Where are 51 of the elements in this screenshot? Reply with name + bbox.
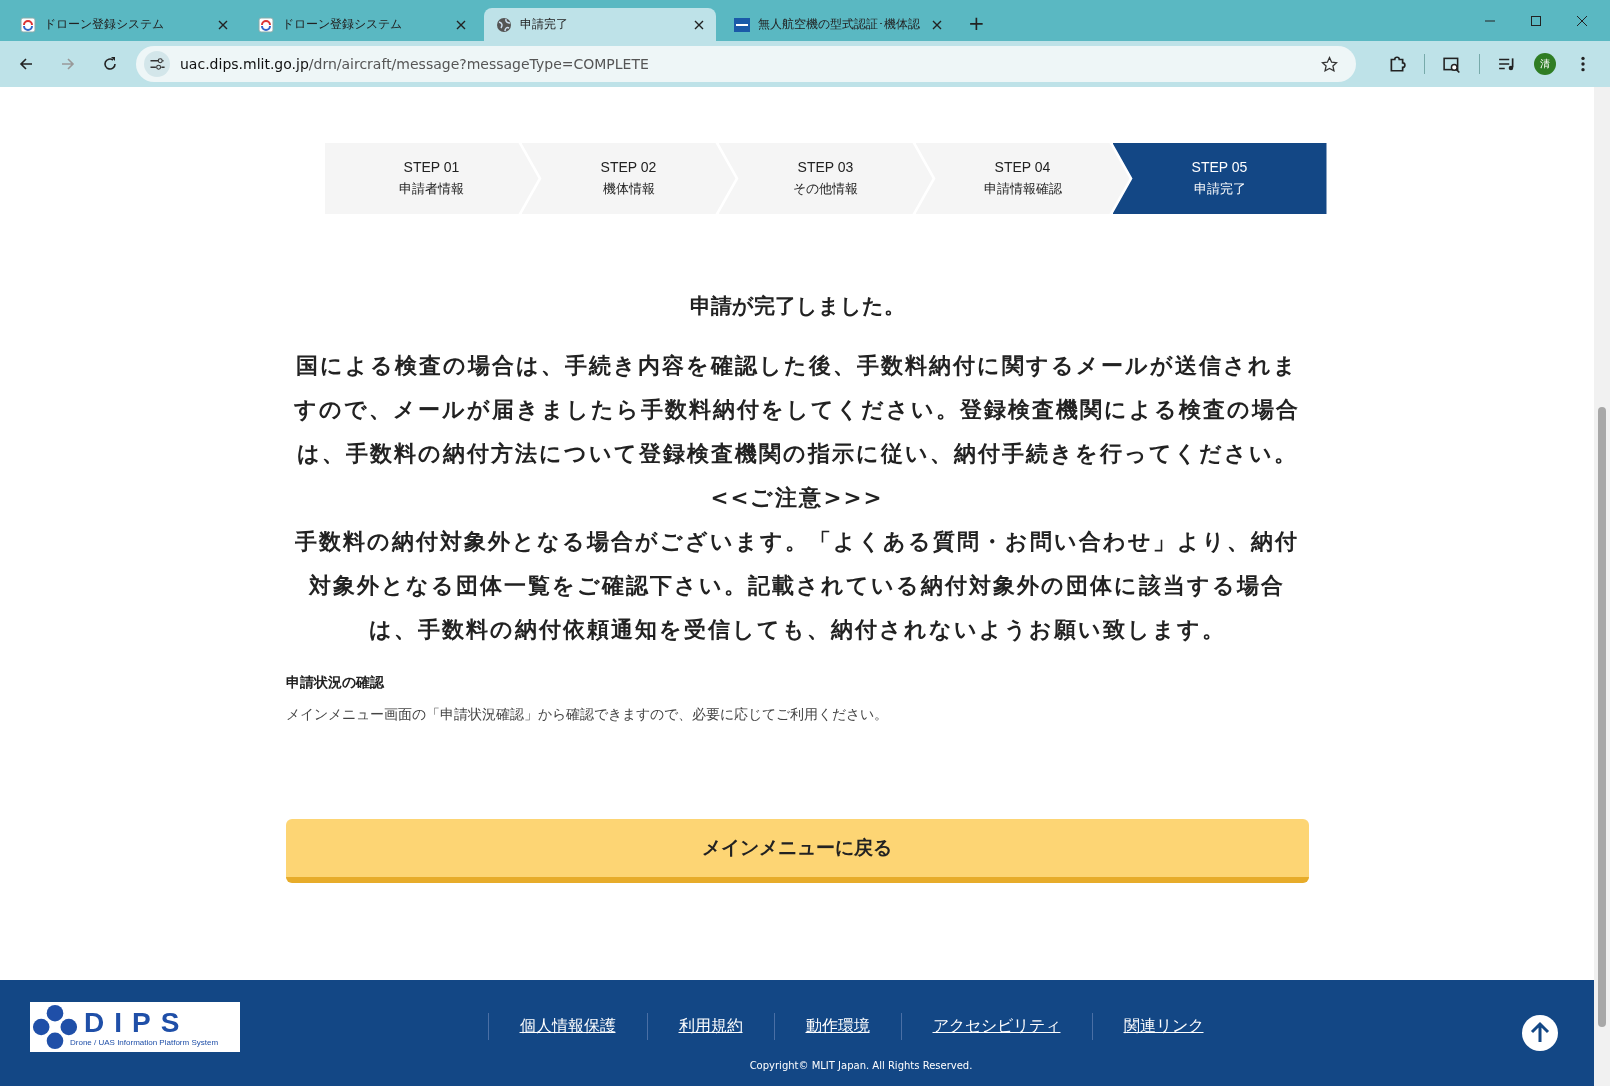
browser-tab[interactable]: 無人航空機の型式認証･機体認 — [722, 8, 954, 41]
close-icon[interactable] — [694, 19, 704, 30]
site-icon — [734, 16, 750, 33]
reload-icon[interactable] — [102, 56, 118, 72]
profile-avatar[interactable]: 清 — [1534, 53, 1556, 75]
media-icon[interactable] — [1498, 55, 1516, 73]
scrollbar[interactable] — [1594, 87, 1610, 1086]
footer-link[interactable]: 関連リンク — [1091, 1013, 1235, 1040]
scroll-top-icon[interactable] — [1522, 1015, 1558, 1051]
globe-icon — [496, 16, 512, 33]
url-text: uac.dips.mlit.go.jp/drn/aircraft/message?messageType=COMPLETE — [180, 56, 650, 72]
app-icon — [258, 16, 274, 33]
message-text: 手数料の納付対象外となる場合がございます。「よくある質問・お問い合わせ」より、納付対象外となる団体一覧をご確認下さい。記載されている納付対象外の団体に該当する場合は、手数料の納付依頼通知を受信しても、納付されないようお願い致します。 — [294, 528, 1300, 644]
browser-tab[interactable]: ドローン登録システム — [246, 8, 478, 41]
browser-tab[interactable]: 申請完了 — [484, 8, 716, 41]
maximize-icon[interactable] — [1530, 15, 1542, 27]
step-indicator: STEP 02 機体情報 — [521, 143, 736, 214]
message-text: <<ご注意>>> — [709, 484, 885, 512]
close-icon[interactable] — [218, 19, 228, 30]
copyright-text: Copyright© MLIT Japan. All Rights Reserved. — [749, 1060, 973, 1071]
main-menu-button[interactable]: メインメニューに戻る — [285, 819, 1309, 883]
footer-link[interactable]: 利用規約 — [646, 1013, 774, 1040]
step-indicator: STEP 04 申請情報確認 — [915, 143, 1130, 214]
close-icon[interactable] — [456, 19, 466, 30]
footer-link[interactable]: 個人情報保護 — [487, 1013, 647, 1040]
app-icon — [20, 16, 36, 33]
message-text: 国による検査の場合は、手続き内容を確認した後、手数料納付に関するメールが送信されますので、メールが届きましたら手数料納付をしてください。登録検査機関による検査の場合は、手数料の納付方法について登録検査機関の指示に従い、納付手続きを行ってください。 — [293, 352, 1301, 468]
tab-title: 無人航空機の型式認証･機体認 — [758, 16, 921, 33]
logo-subtitle: Drone / UAS Information Platform System — [70, 1037, 219, 1047]
browser-tab[interactable]: ドローン登録システム — [8, 8, 240, 41]
step-indicator: STEP 05 申請完了 — [1112, 143, 1327, 214]
site-settings-icon[interactable] — [144, 51, 170, 77]
footer-link[interactable]: 動作環境 — [773, 1013, 901, 1040]
star-icon[interactable] — [1321, 55, 1338, 73]
step-indicator: STEP 03 その他情報 — [718, 143, 933, 214]
close-icon[interactable] — [1576, 15, 1588, 27]
tab-title: 申請完了 — [520, 16, 569, 33]
tab-title: ドローン登録システム — [44, 16, 165, 33]
step-indicator: STEP 01 申請者情報 — [324, 143, 539, 214]
puzzle-icon[interactable] — [1388, 55, 1406, 73]
message-title: 申請が完了しました。 — [689, 293, 905, 320]
footer-link[interactable]: アクセシビリティ — [900, 1013, 1092, 1040]
close-icon[interactable] — [932, 19, 942, 30]
section-text: メインメニュー画面の「申請状況確認」から確認できますので、必要に応じてご利用ください。 — [285, 706, 889, 724]
logo-text: DIPS — [84, 1007, 191, 1038]
new-tab-button[interactable]: + — [960, 11, 993, 41]
back-icon[interactable] — [18, 56, 34, 72]
tab-title: ドローン登録システム — [282, 16, 403, 33]
section-heading: 申請状況の確認 — [285, 674, 385, 692]
search-icon[interactable] — [1443, 55, 1461, 73]
address-bar[interactable]: uac.dips.mlit.go.jp/drn/aircraft/message?messageType=COMPLETE — [136, 46, 1356, 82]
